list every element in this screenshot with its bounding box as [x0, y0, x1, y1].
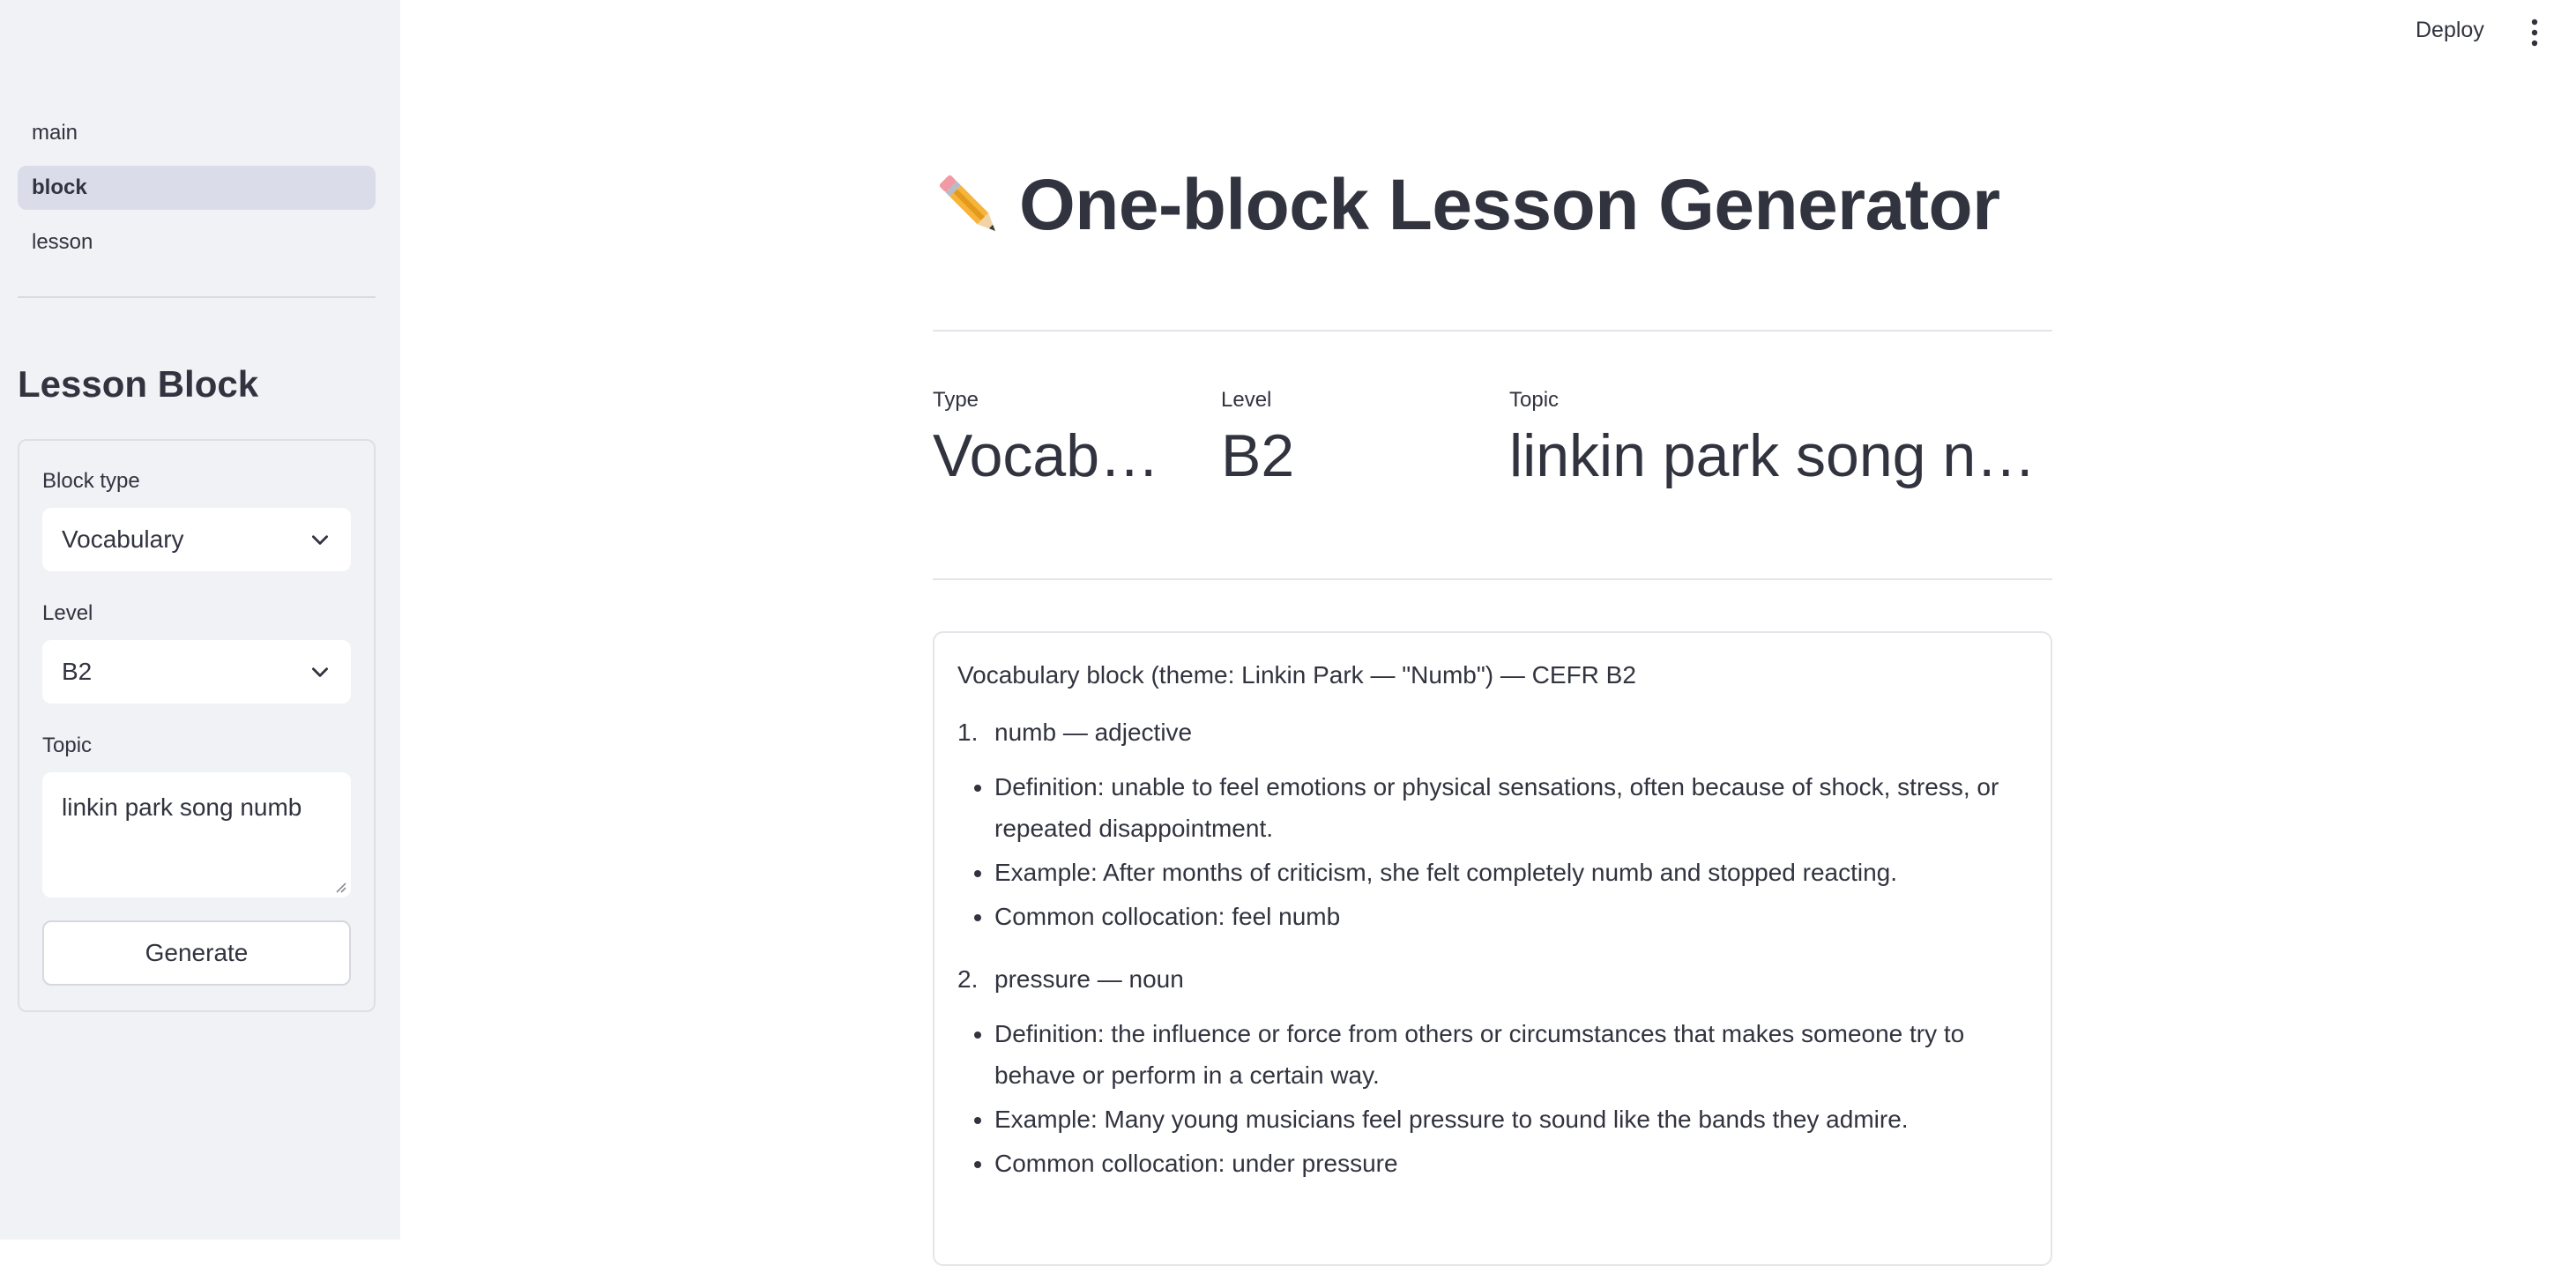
generate-button[interactable]: Generate — [42, 920, 351, 986]
entry-headword: pressure — noun — [994, 965, 1184, 994]
metric-topic-value: linkin park song numb — [1509, 422, 2056, 489]
metric-topic-label: Topic — [1509, 388, 1560, 412]
kebab-menu-icon[interactable] — [2528, 18, 2541, 48]
sidebar-item-block[interactable]: block — [18, 166, 376, 210]
metric-level-value: B2 — [1221, 422, 1295, 489]
sidebar-divider — [18, 296, 376, 298]
entry-example: Example: Many young musicians feel press… — [994, 1099, 2028, 1140]
metric-level-label: Level — [1221, 388, 1272, 412]
metrics-divider — [933, 578, 2052, 580]
chevron-down-icon — [312, 667, 328, 677]
level-select[interactable]: B2 — [42, 640, 351, 704]
sidebar-heading: Lesson Block — [18, 363, 259, 405]
entry-definition: Definition: the influence or force from … — [994, 1014, 2028, 1095]
vocab-entry-headword: 2. pressure — noun — [957, 962, 2028, 996]
entry-collocation: Common collocation: feel numb — [994, 897, 2028, 937]
metric-type-label: Type — [933, 388, 979, 412]
block-type-label: Block type — [42, 469, 140, 493]
vocab-entry-headword: 1. numb — adjective — [957, 715, 2028, 749]
output-intro: Vocabulary block (theme: Linkin Park — "… — [957, 661, 1636, 689]
level-value: B2 — [62, 658, 93, 685]
entry-number: 2. — [957, 965, 979, 994]
chevron-down-icon — [312, 535, 328, 545]
entry-definition: Definition: unable to feel emotions or p… — [994, 767, 2028, 848]
page-title: One-block Lesson Generator — [1019, 165, 2000, 245]
entry-headword: numb — adjective — [994, 719, 1193, 747]
sidebar: main block lesson Lesson Block Block typ… — [0, 0, 400, 1240]
metric-topic: Topic linkin park song numb — [1509, 388, 2056, 490]
topic-value: linkin park song numb — [62, 793, 302, 821]
entry-example: Example: After months of criticism, she … — [994, 853, 2028, 893]
page-title-row: One-block Lesson Generator — [933, 164, 2000, 247]
sidebar-nav: main block lesson — [18, 111, 376, 275]
metric-type-value: Vocabul… — [933, 422, 1188, 489]
sidebar-item-main[interactable]: main — [18, 111, 376, 155]
deploy-button[interactable]: Deploy — [2416, 18, 2484, 43]
vocab-entry-details: Definition: the influence or force from … — [957, 1014, 2028, 1184]
block-type-value: Vocabulary — [62, 525, 184, 553]
entry-collocation: Common collocation: under pressure — [994, 1143, 2028, 1184]
block-type-select[interactable]: Vocabulary — [42, 508, 351, 571]
pencil-icon — [939, 175, 995, 231]
metric-type: Type Vocabul… — [933, 388, 1188, 490]
lesson-output-box: Vocabulary block (theme: Linkin Park — "… — [933, 631, 2052, 1266]
title-divider — [933, 330, 2052, 331]
entry-number: 1. — [957, 719, 979, 747]
topic-textarea[interactable]: linkin park song numb — [42, 772, 351, 897]
metric-level: Level B2 — [1221, 388, 1477, 490]
level-label: Level — [42, 601, 93, 625]
resize-handle-icon[interactable] — [331, 878, 347, 894]
sidebar-item-lesson[interactable]: lesson — [18, 220, 376, 264]
vocab-entry-details: Definition: unable to feel emotions or p… — [957, 767, 2028, 937]
lesson-block-form: Block type Vocabulary Level B2 Topic lin… — [18, 439, 376, 1012]
topic-label: Topic — [42, 734, 93, 757]
